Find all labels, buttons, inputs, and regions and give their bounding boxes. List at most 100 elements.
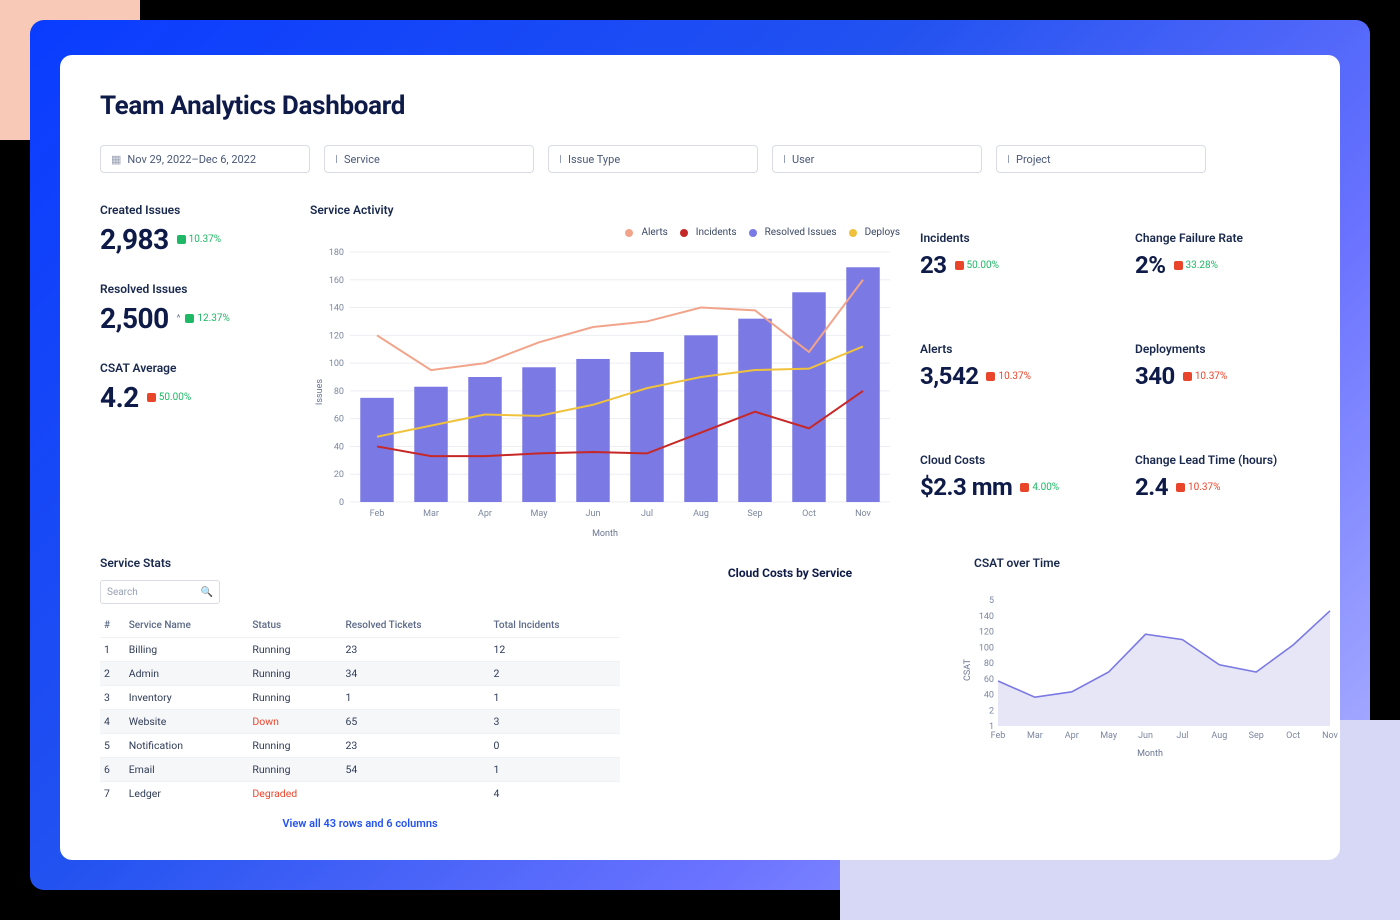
svg-text:100: 100: [979, 643, 994, 653]
search-input[interactable]: Search 🔍: [100, 580, 220, 604]
svg-text:Aug: Aug: [693, 509, 709, 519]
svg-text:Feb: Feb: [991, 731, 1006, 741]
kpi-delta: 12.37%: [177, 313, 230, 324]
svg-text:140: 140: [979, 612, 994, 622]
svg-text:Jun: Jun: [1138, 731, 1153, 741]
cursor-icon: I: [783, 153, 786, 166]
cloud-costs-section: Cloud Costs by Service: [640, 556, 940, 830]
svg-text:Issues: Issues: [315, 379, 325, 405]
table-row[interactable]: 6EmailRunning541: [100, 758, 620, 782]
kpi-label: Created Issues: [100, 203, 290, 217]
search-icon: 🔍: [201, 587, 213, 598]
table-row[interactable]: 4WebsiteDown653: [100, 710, 620, 734]
kpi-resolved-issues: Resolved Issues 2,500 12.37%: [100, 282, 290, 335]
svg-text:May: May: [531, 509, 549, 519]
view-all-link[interactable]: View all 43 rows and 6 columns: [100, 817, 620, 830]
service-stats-section: Service Stats Search 🔍 # Service Name St…: [100, 556, 620, 830]
kpi-delta: 50.00%: [147, 392, 191, 403]
table-title: Service Stats: [100, 556, 620, 570]
dashboard-panel: Team Analytics Dashboard ▦ Nov 29, 2022–…: [60, 55, 1340, 860]
table-row[interactable]: 7LedgerDegraded4: [100, 782, 620, 806]
svg-text:80: 80: [984, 659, 994, 669]
kpi-value: 2,500: [100, 302, 169, 335]
svg-text:CSAT: CSAT: [963, 658, 973, 681]
table-row[interactable]: 1BillingRunning2312: [100, 638, 620, 662]
kpi-cloud-costs: Cloud Costs $2.3 mm 4.00%: [920, 453, 1105, 540]
svg-text:Jun: Jun: [586, 509, 601, 519]
cursor-icon: I: [335, 153, 338, 166]
csat-chart-title: CSAT over Time: [974, 556, 1340, 570]
kpi-label: Resolved Issues: [100, 282, 290, 296]
svg-text:Sep: Sep: [1249, 731, 1264, 741]
kpi-value: 4.2: [100, 381, 139, 414]
svg-text:Mar: Mar: [1027, 731, 1043, 741]
legend-deploys: Deploys: [849, 227, 900, 238]
svg-text:60: 60: [334, 415, 344, 425]
svg-text:180: 180: [329, 248, 344, 258]
legend-alerts: Alerts: [625, 227, 667, 238]
svg-text:120: 120: [979, 628, 994, 638]
svg-text:Oct: Oct: [802, 509, 816, 519]
table-row[interactable]: 5NotificationRunning230: [100, 734, 620, 758]
issue-type-filter-label: Issue Type: [568, 153, 620, 166]
svg-text:Month: Month: [1137, 749, 1163, 759]
svg-text:Month: Month: [592, 529, 618, 539]
filter-bar: ▦ Nov 29, 2022–Dec 6, 2022 I Service I I…: [100, 145, 1300, 173]
svg-text:Aug: Aug: [1211, 731, 1227, 741]
chart-legend: Alerts Incidents Resolved Issues Deploys: [310, 227, 900, 238]
user-filter[interactable]: I User: [772, 145, 982, 173]
kpi-alerts: Alerts 3,542 10.37%: [920, 342, 1105, 429]
cursor-icon: I: [1007, 153, 1010, 166]
svg-text:160: 160: [329, 276, 344, 286]
legend-resolved: Resolved Issues: [749, 227, 837, 238]
svg-text:0: 0: [339, 498, 344, 508]
kpi-incidents: Incidents 23 50.00%: [920, 231, 1105, 318]
project-filter-label: Project: [1016, 153, 1051, 166]
svg-text:Oct: Oct: [1286, 731, 1300, 741]
svg-text:140: 140: [329, 304, 344, 314]
kpi-created-issues: Created Issues 2,983 10.37%: [100, 203, 290, 256]
svg-text:40: 40: [984, 691, 994, 701]
date-range-value: Nov 29, 2022–Dec 6, 2022: [127, 153, 256, 166]
table-row[interactable]: 3InventoryRunning11: [100, 686, 620, 710]
svg-text:80: 80: [334, 387, 344, 397]
kpi-label: CSAT Average: [100, 361, 290, 375]
service-activity-chart: Service Activity Alerts Incidents Resolv…: [310, 203, 900, 546]
date-range-picker[interactable]: ▦ Nov 29, 2022–Dec 6, 2022: [100, 145, 310, 173]
svg-text:Nov: Nov: [855, 509, 871, 519]
kpi-delta: 10.37%: [177, 234, 221, 245]
issue-type-filter[interactable]: I Issue Type: [548, 145, 758, 173]
svg-text:20: 20: [334, 470, 344, 480]
svg-text:Jul: Jul: [641, 509, 653, 519]
svg-text:Mar: Mar: [423, 509, 439, 519]
kpi-csat-average: CSAT Average 4.2 50.00%: [100, 361, 290, 414]
svg-text:May: May: [1100, 731, 1118, 741]
page-title: Team Analytics Dashboard: [100, 91, 1300, 121]
svg-text:100: 100: [329, 359, 344, 369]
table-header-row: # Service Name Status Resolved Tickets T…: [100, 614, 620, 638]
svg-text:5: 5: [989, 596, 994, 606]
csat-chart-svg: 124060801001201405FebMarAprMayJunJulAugS…: [960, 580, 1340, 760]
table-row[interactable]: 2AdminRunning342: [100, 662, 620, 686]
chart-title: Service Activity: [310, 203, 900, 217]
svg-text:Jul: Jul: [1176, 731, 1188, 741]
svg-text:60: 60: [984, 675, 994, 685]
kpi-change-failure-rate: Change Failure Rate 2% 33.28%: [1135, 231, 1320, 318]
left-kpi-column: Created Issues 2,983 10.37% Resolved Iss…: [100, 203, 290, 546]
calendar-icon: ▦: [111, 153, 121, 166]
csat-chart-section: CSAT over Time 124060801001201405FebMarA…: [960, 556, 1340, 830]
user-filter-label: User: [792, 153, 814, 166]
right-kpi-grid: Incidents 23 50.00% Change Failure Rate …: [920, 203, 1320, 546]
service-activity-svg: 020406080100120140160180FebMarAprMayJunJ…: [310, 242, 900, 542]
cursor-icon: I: [559, 153, 562, 166]
svg-text:Apr: Apr: [1065, 731, 1079, 741]
project-filter[interactable]: I Project: [996, 145, 1206, 173]
svg-text:120: 120: [329, 331, 344, 341]
kpi-change-lead-time: Change Lead Time (hours) 2.4 10.37%: [1135, 453, 1320, 540]
kpi-deployments: Deployments 340 10.37%: [1135, 342, 1320, 429]
service-filter[interactable]: I Service: [324, 145, 534, 173]
svg-text:40: 40: [334, 442, 344, 452]
svg-text:Apr: Apr: [478, 509, 492, 519]
search-placeholder: Search: [107, 587, 138, 598]
service-stats-table: # Service Name Status Resolved Tickets T…: [100, 614, 620, 805]
